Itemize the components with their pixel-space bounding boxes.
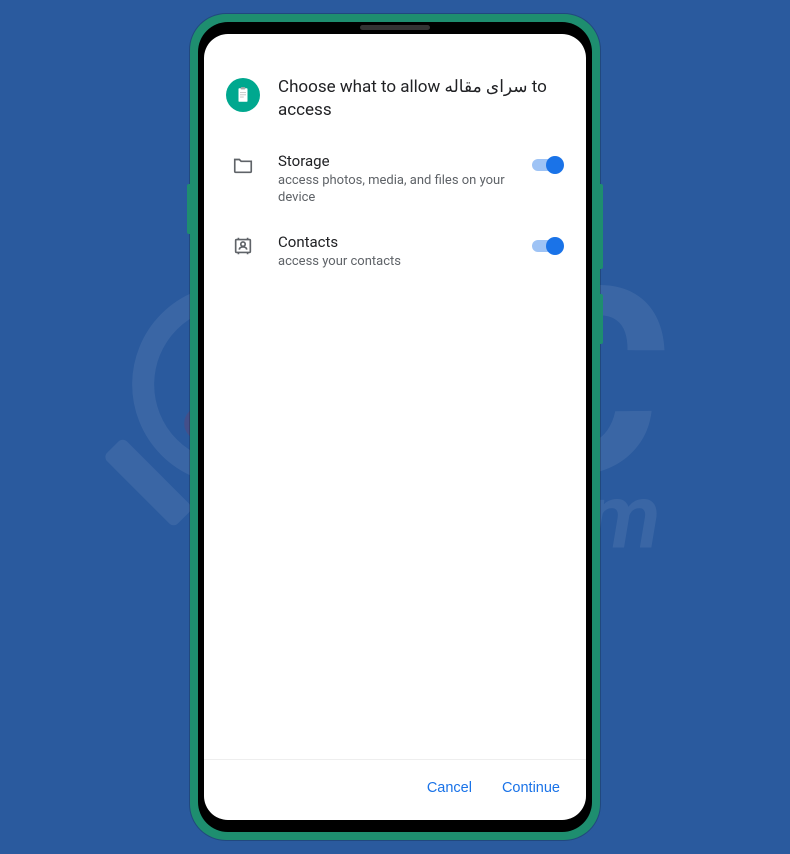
folder-icon (226, 152, 260, 176)
contacts-toggle[interactable] (530, 237, 564, 255)
permission-row-contacts: Contacts access your contacts (226, 233, 564, 271)
cancel-button[interactable]: Cancel (423, 774, 476, 802)
clipboard-icon (234, 86, 252, 104)
continue-button[interactable]: Continue (498, 774, 564, 802)
permission-text: Storage access photos, media, and files … (278, 152, 512, 207)
permission-name: Contacts (278, 233, 512, 251)
phone-screen: Choose what to allow سرای مقاله to acces… (204, 34, 586, 820)
permissions-dialog: Choose what to allow سرای مقاله to acces… (204, 34, 586, 759)
dialog-button-bar: Cancel Continue (204, 759, 586, 820)
permission-row-storage: Storage access photos, media, and files … (226, 152, 564, 207)
app-icon (226, 78, 260, 112)
phone-bezel: Choose what to allow سرای مقاله to acces… (198, 22, 592, 832)
contacts-icon (226, 233, 260, 257)
permission-text: Contacts access your contacts (278, 233, 512, 271)
permission-description: access your contacts (278, 253, 512, 271)
side-button-left (187, 184, 190, 234)
dialog-title: Choose what to allow سرای مقاله to acces… (278, 76, 564, 122)
side-button-volume (600, 184, 603, 269)
phone-speaker (360, 25, 430, 30)
permission-name: Storage (278, 152, 512, 170)
storage-toggle[interactable] (530, 156, 564, 174)
side-button-power (600, 294, 603, 344)
permission-description: access photos, media, and files on your … (278, 172, 512, 207)
phone-frame: Choose what to allow سرای مقاله to acces… (190, 14, 600, 840)
dialog-header: Choose what to allow سرای مقاله to acces… (226, 76, 564, 122)
